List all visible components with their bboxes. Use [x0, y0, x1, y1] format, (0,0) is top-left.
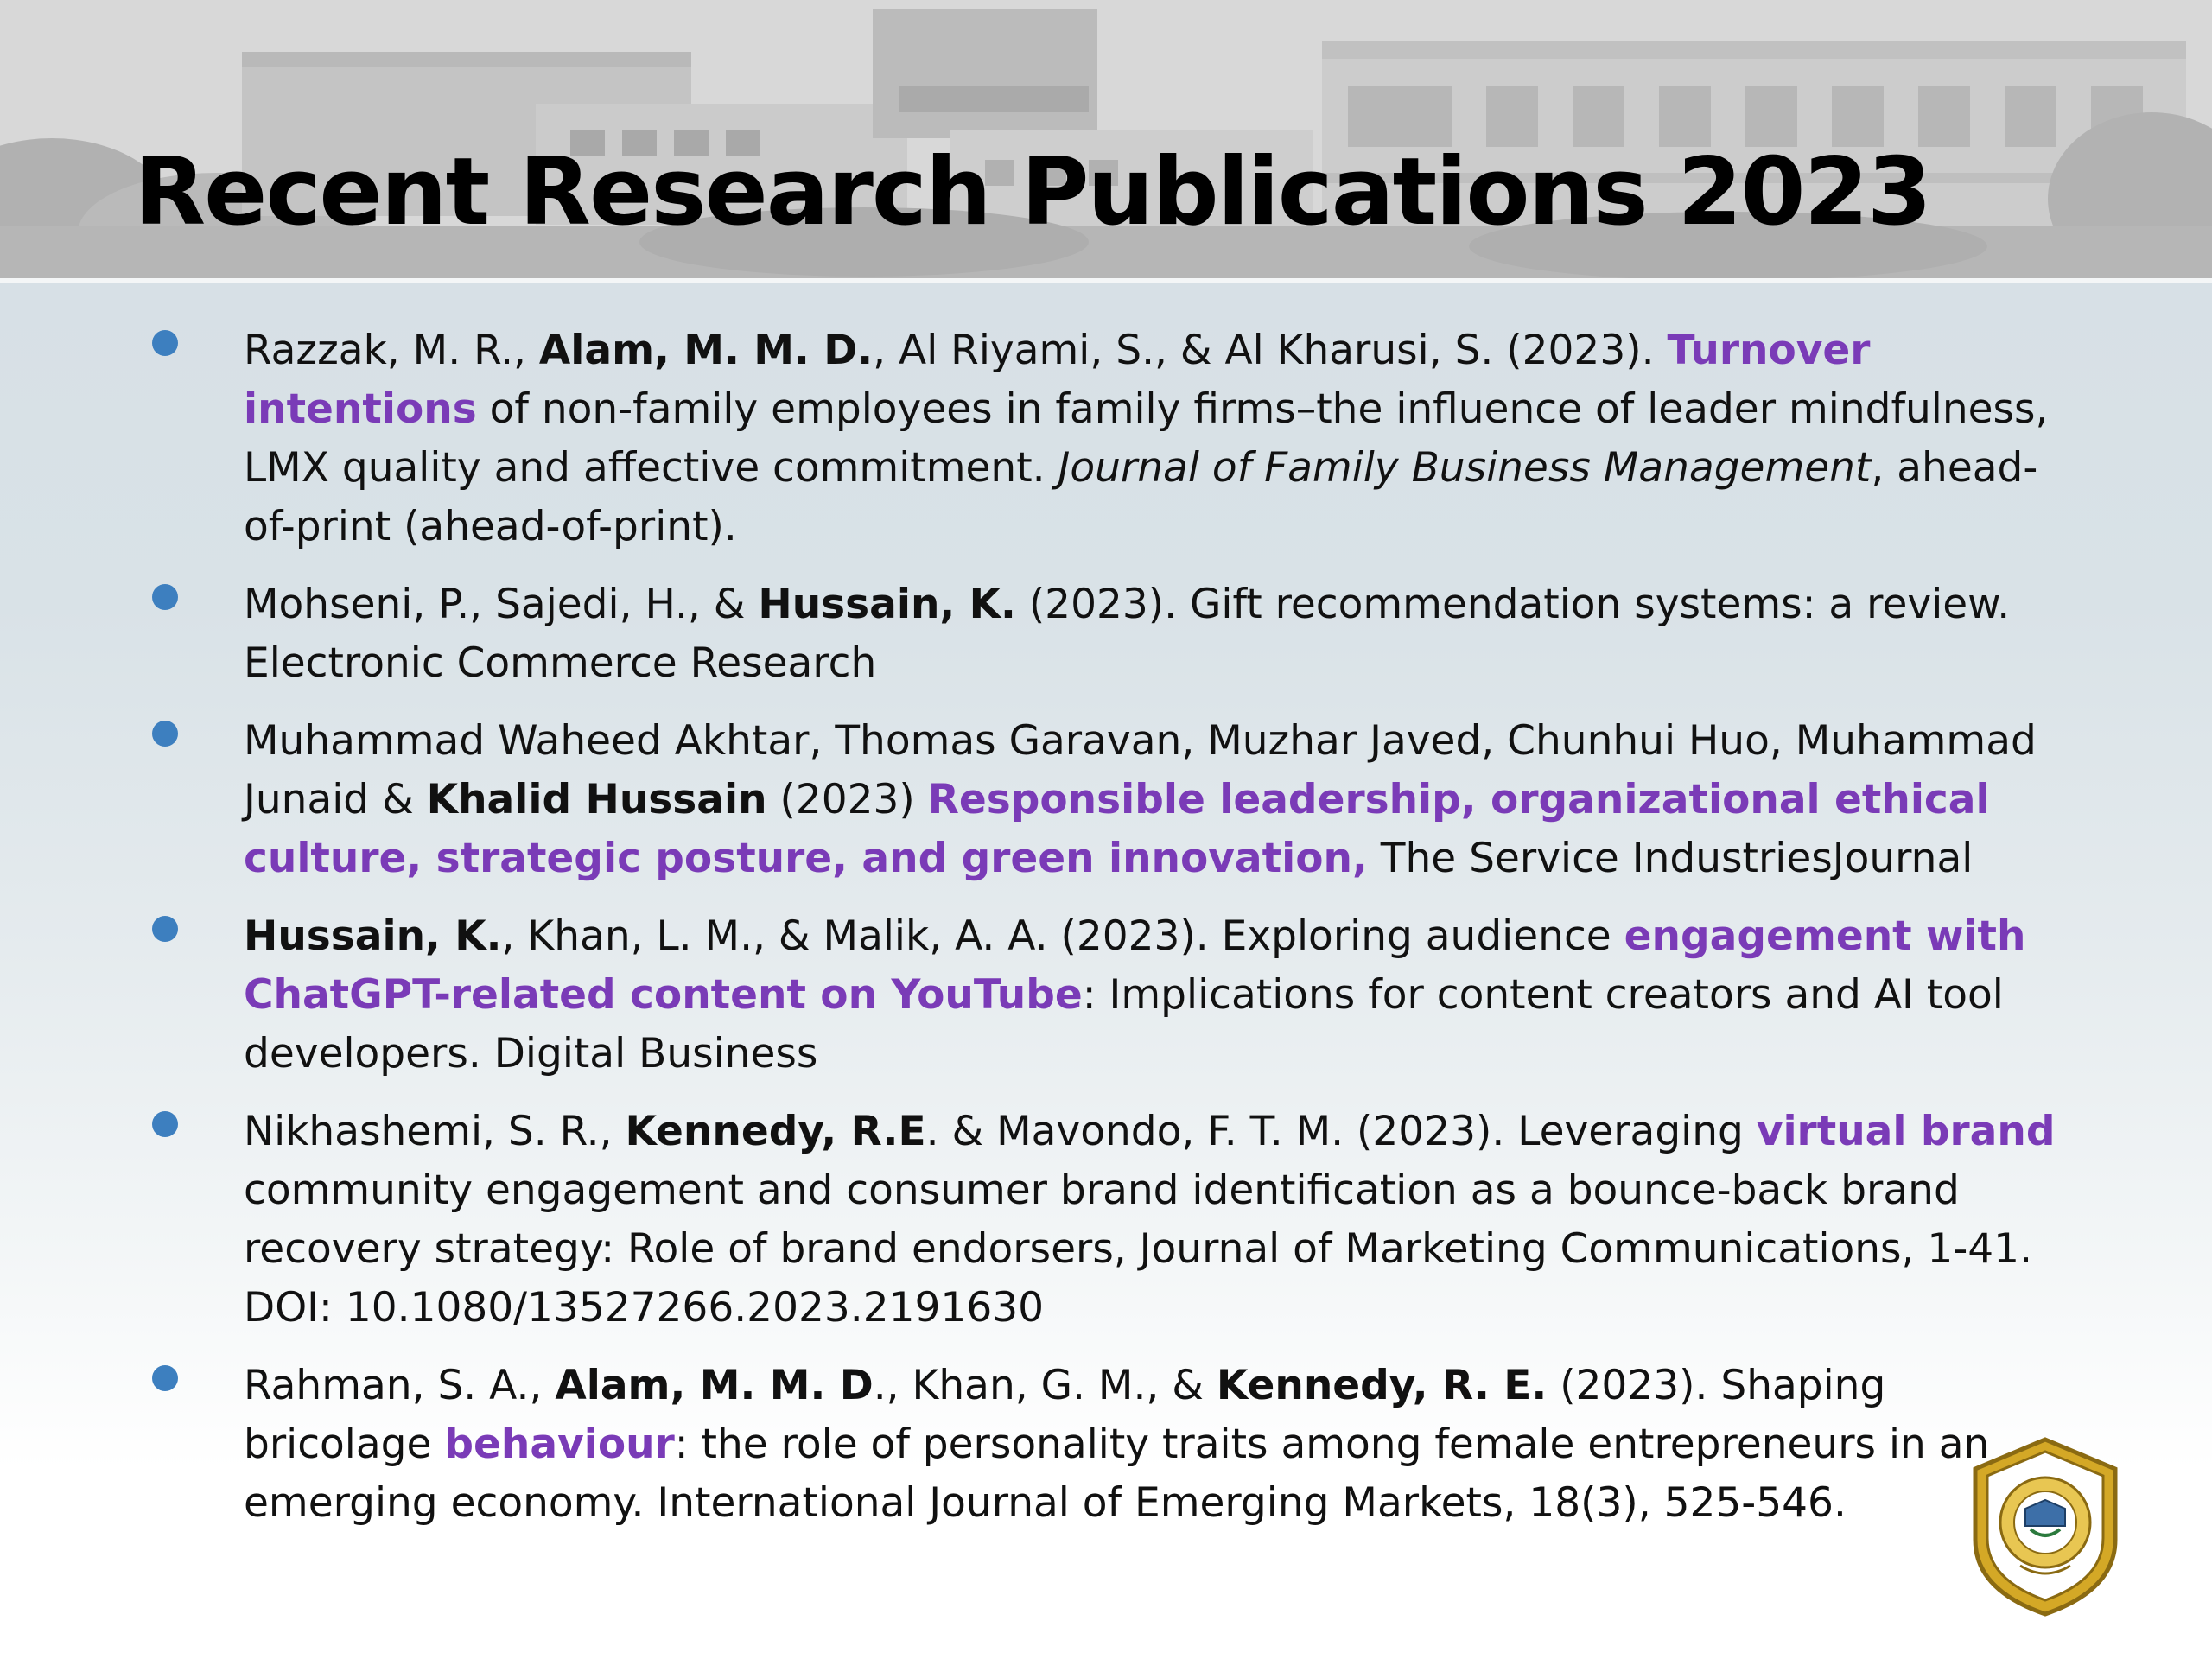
header-divider: [0, 278, 2212, 283]
publication-text-segment: behaviour: [444, 1421, 675, 1468]
publication-item: Hussain, K., Khan, L. M., & Malik, A. A.…: [147, 907, 2074, 1084]
publication-text-segment: Nikhashemi, S. R.,: [244, 1108, 626, 1155]
publication-list: Razzak, M. R., Alam, M. M. D., Al Riyami…: [147, 321, 2074, 1552]
publication-text-segment: ., Khan, G. M., &: [873, 1362, 1217, 1409]
publication-text-segment: Alam, M. M. D: [555, 1362, 874, 1409]
publication-text-segment: Hussain, K.: [758, 581, 1016, 628]
publication-text-segment: , Khan, L. M., & Malik, A. A. (2023). Ex…: [501, 912, 1624, 960]
publication-text-segment: virtual brand: [1756, 1108, 2056, 1155]
publication-text-segment: community engagement and consumer brand …: [244, 1166, 2033, 1332]
publication-item: Mohseni, P., Sajedi, H., & Hussain, K. (…: [147, 575, 2074, 693]
publication-item: Nikhashemi, S. R., Kennedy, R.E. & Mavon…: [147, 1103, 2074, 1338]
publication-text-segment: Journal of Family Business Management: [1058, 444, 1872, 492]
bullet-dot-icon: [152, 330, 178, 356]
slide: Recent Research Publications 2023 Razzak…: [0, 0, 2212, 1659]
publication-text-segment: Mohseni, P., Sajedi, H., &: [244, 581, 759, 628]
page-title: Recent Research Publications 2023: [134, 138, 1932, 246]
bullet-dot-icon: [152, 721, 178, 747]
publication-text-segment: Khalid Hussain: [426, 776, 767, 823]
publication-text-segment: Kennedy, R.E: [625, 1108, 926, 1155]
publication-text-segment: Razzak, M. R.,: [244, 327, 539, 374]
publication-item: Razzak, M. R., Alam, M. M. D., Al Riyami…: [147, 321, 2074, 556]
publication-text-segment: Kennedy, R. E.: [1216, 1362, 1548, 1409]
bullet-dot-icon: [152, 584, 178, 610]
bullet-dot-icon: [152, 1365, 178, 1391]
publication-text-segment: . & Mavondo, F. T. M. (2023). Leveraging: [925, 1108, 1757, 1155]
publication-item: Rahman, S. A., Alam, M. M. D., Khan, G. …: [147, 1357, 2074, 1533]
publication-text-segment: Hussain, K.: [244, 912, 502, 960]
publication-text-segment: Rahman, S. A.,: [244, 1362, 556, 1409]
university-seal-icon: [1973, 1437, 2118, 1617]
publication-text-segment: The Service IndustriesJournal: [1367, 835, 1974, 882]
publication-item: Muhammad Waheed Akhtar, Thomas Garavan, …: [147, 712, 2074, 888]
bullet-dot-icon: [152, 916, 178, 942]
bullet-dot-icon: [152, 1111, 178, 1137]
publication-text-segment: Alam, M. M. D.: [538, 327, 874, 374]
publication-text-segment: (2023): [766, 776, 928, 823]
publication-text-segment: , Al Riyami, S., & Al Kharusi, S. (2023)…: [873, 327, 1668, 374]
